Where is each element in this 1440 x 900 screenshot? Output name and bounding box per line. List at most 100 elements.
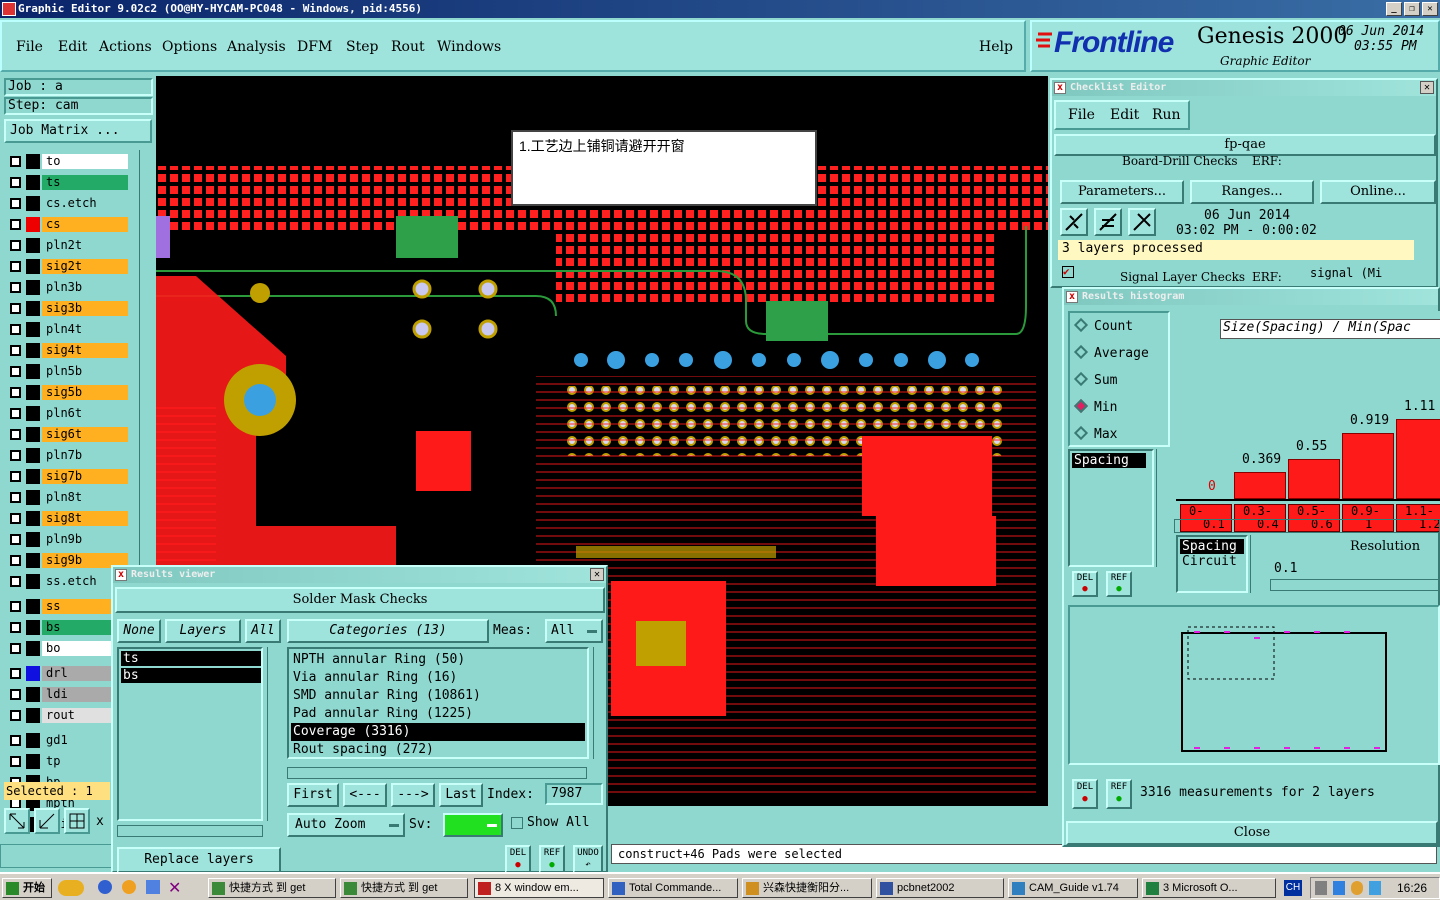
radio-diamond-icon[interactable]: [1073, 425, 1089, 441]
layer-checkbox[interactable]: [10, 219, 21, 230]
layer-color-swatch[interactable]: [26, 574, 40, 589]
checklist-row2[interactable]: Signal Layer Checks: [1120, 270, 1245, 284]
taskbar-button[interactable]: pcbnet2002: [876, 878, 1004, 898]
categories-button[interactable]: Categories (13): [287, 619, 489, 643]
layer-row[interactable]: sig9b: [6, 553, 128, 569]
layer-name[interactable]: pln9b: [42, 532, 128, 547]
zoom-fit-icon[interactable]: [4, 808, 30, 834]
layer-checkbox[interactable]: [10, 177, 21, 188]
radio-diamond-icon[interactable]: [1073, 398, 1089, 414]
layer-list-scrollbar[interactable]: [267, 647, 279, 821]
histogram-bar[interactable]: [1234, 472, 1286, 499]
layer-color-swatch[interactable]: [26, 238, 40, 253]
layer-checkbox[interactable]: [10, 555, 21, 566]
close-button[interactable]: Close: [1066, 821, 1438, 845]
layer-row[interactable]: ldi: [6, 687, 128, 703]
layer-color-swatch[interactable]: [26, 708, 40, 723]
layers-button[interactable]: Layers: [165, 619, 241, 643]
measure-icon[interactable]: [34, 808, 60, 834]
histogram-list2-item[interactable]: Circuit: [1180, 554, 1244, 569]
layer-color-swatch[interactable]: [26, 364, 40, 379]
x-icon[interactable]: x: [96, 814, 104, 829]
taskbar-button[interactable]: CAM_Guide v1.74: [1008, 878, 1138, 898]
layer-color-swatch[interactable]: [26, 532, 40, 547]
layer-checkbox[interactable]: [10, 261, 21, 272]
layer-checkbox[interactable]: [10, 513, 21, 524]
stat-option[interactable]: Count: [1073, 317, 1133, 334]
grid-icon[interactable]: [64, 808, 90, 834]
layer-row[interactable]: pln2t: [6, 238, 128, 254]
category-item[interactable]: Via annular Ring (16): [291, 669, 585, 687]
layer-name[interactable]: sig2t: [42, 259, 128, 274]
layer-color-swatch[interactable]: [26, 154, 40, 169]
layer-row[interactable]: pln4t: [6, 322, 128, 338]
zoom-select[interactable]: Auto Zoom: [287, 813, 405, 837]
layer-color-swatch[interactable]: [26, 406, 40, 421]
ref-button[interactable]: REF ●: [539, 845, 565, 873]
layer-row[interactable]: ss.etch: [6, 574, 128, 590]
layer-color-swatch[interactable]: [26, 687, 40, 702]
category-item[interactable]: Pad annular Ring (1225): [291, 705, 585, 723]
volume-icon[interactable]: [1369, 881, 1381, 895]
histogram-list-item[interactable]: Spacing: [1072, 453, 1146, 468]
layer-color-swatch[interactable]: [26, 427, 40, 442]
taskbar-button[interactable]: 3 Microsoft O...: [1142, 878, 1276, 898]
layer-checkbox[interactable]: [10, 450, 21, 461]
histogram-bar[interactable]: [1288, 459, 1340, 499]
network-icon[interactable]: [1333, 881, 1345, 895]
category-hscrollbar[interactable]: [287, 767, 587, 779]
layer-color-swatch[interactable]: [26, 641, 40, 656]
close-button[interactable]: ✕: [1422, 2, 1438, 16]
layer-row[interactable]: sig3b: [6, 301, 128, 317]
prev-button[interactable]: <---: [343, 783, 387, 807]
taskbar-button[interactable]: 8 X window em...: [474, 878, 604, 898]
window-menu-icon[interactable]: x: [1054, 82, 1066, 94]
category-list[interactable]: NPTH annular Ring (50) Via annular Ring (…: [287, 647, 589, 759]
histogram-list2-item[interactable]: Spacing: [1180, 539, 1244, 554]
layer-checkbox[interactable]: [10, 710, 21, 721]
layer-color-swatch[interactable]: [26, 343, 40, 358]
layer-result-item[interactable]: ts: [121, 651, 261, 666]
layer-color-swatch[interactable]: [26, 217, 40, 232]
window-menu-icon[interactable]: x: [115, 569, 127, 581]
category-item[interactable]: Coverage (3316): [291, 723, 585, 741]
layer-color-swatch[interactable]: [26, 469, 40, 484]
window-menu-icon[interactable]: x: [1066, 291, 1078, 303]
stat-option[interactable]: Average: [1073, 344, 1149, 361]
replace-layers-select[interactable]: Replace layers: [117, 847, 281, 873]
category-item[interactable]: Rout spacing (272): [291, 741, 585, 759]
layer-row[interactable]: sig6t: [6, 427, 128, 443]
layer-color-swatch[interactable]: [26, 322, 40, 337]
layer-row[interactable]: ts: [6, 175, 128, 191]
layer-checkbox[interactable]: [10, 534, 21, 545]
clock-app-icon[interactable]: [122, 880, 136, 894]
histogram-list-2[interactable]: Spacing Circuit: [1176, 535, 1248, 593]
layer-row[interactable]: cs: [6, 217, 128, 233]
layer-color-swatch[interactable]: [26, 511, 40, 526]
sv-color-select[interactable]: [443, 813, 503, 837]
online-button[interactable]: Online...: [1320, 180, 1436, 204]
menu-actions[interactable]: Actions: [99, 39, 152, 55]
checklist-menu-run[interactable]: Run: [1152, 107, 1181, 123]
layer-hscrollbar[interactable]: [117, 825, 263, 837]
layer-row[interactable]: pln9b: [6, 532, 128, 548]
layer-color-swatch[interactable]: [26, 259, 40, 274]
category-scrollbar[interactable]: [593, 647, 605, 759]
ie-icon[interactable]: [98, 880, 112, 894]
layer-checkbox[interactable]: [10, 366, 21, 377]
layer-color-swatch[interactable]: [26, 196, 40, 211]
layer-row[interactable]: sig5b: [6, 385, 128, 401]
histogram-bar[interactable]: [1396, 419, 1440, 499]
layer-row[interactable]: bs: [6, 620, 128, 636]
histogram-list-scrollbar[interactable]: [1156, 449, 1168, 567]
layer-row[interactable]: sig2t: [6, 259, 128, 275]
language-indicator[interactable]: CH: [1284, 880, 1302, 896]
layer-name[interactable]: to: [42, 154, 128, 169]
layer-row[interactable]: tp: [6, 754, 128, 770]
taskbar-button[interactable]: 快捷方式 到 get: [340, 878, 468, 898]
radio-diamond-icon[interactable]: [1073, 371, 1089, 387]
layer-row[interactable]: pln6t: [6, 406, 128, 422]
layer-checkbox[interactable]: [10, 387, 21, 398]
stat-option[interactable]: Min: [1073, 398, 1117, 415]
hist-ref-button[interactable]: REF ●: [1106, 571, 1132, 597]
